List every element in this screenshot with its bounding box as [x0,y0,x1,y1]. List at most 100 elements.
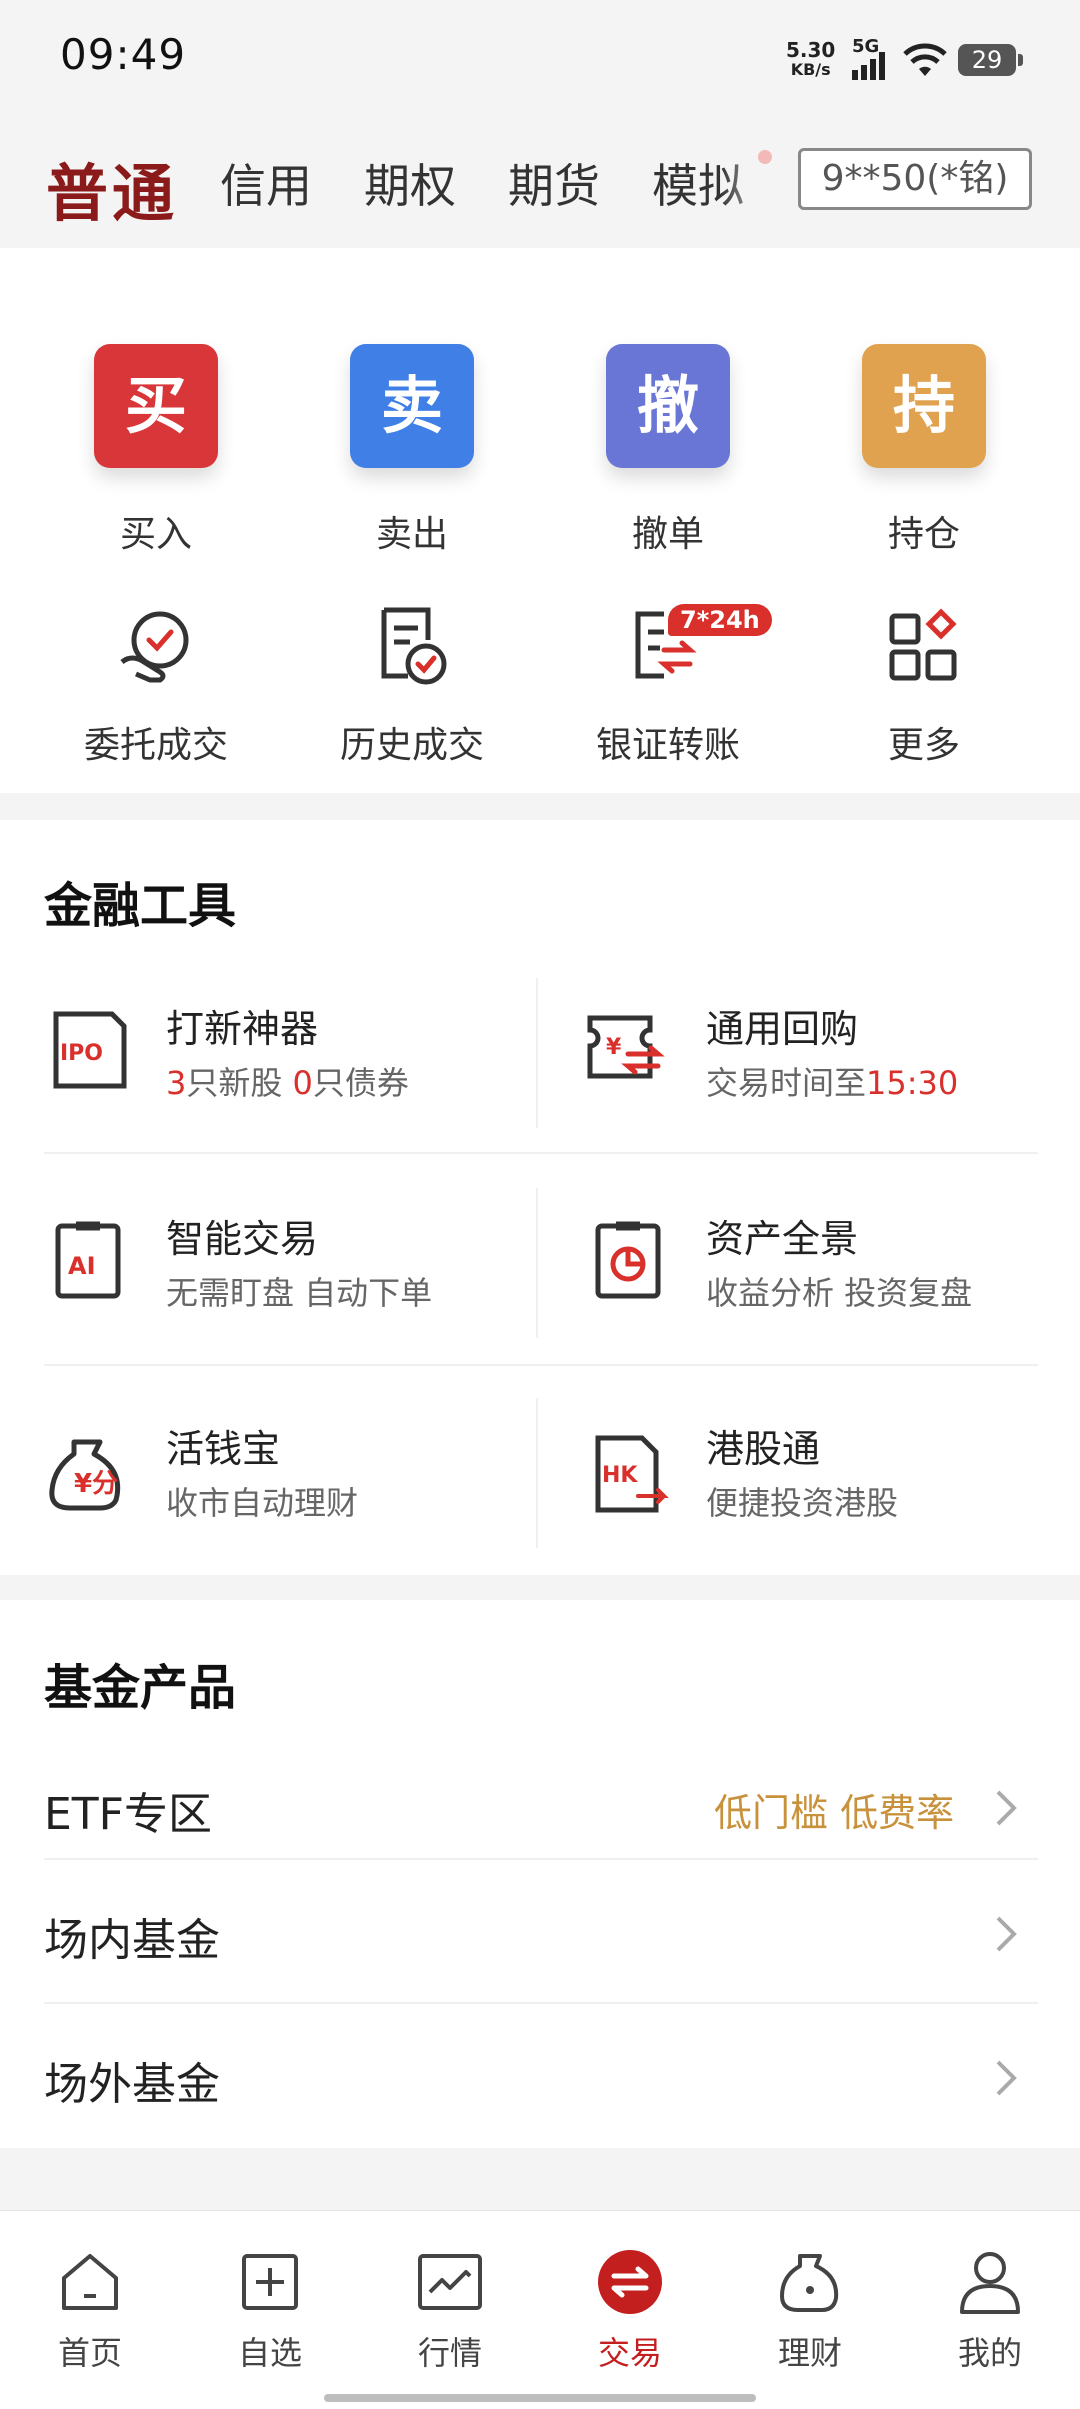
positions-icon: 持 [862,344,986,468]
more-button[interactable] [880,602,970,696]
entrust-deal-label: 委托成交 [83,725,228,766]
smart-trade-tool[interactable]: AI 智能交易 无需盯盘 自动下单 [44,1202,524,1332]
entrust-icon [120,611,189,683]
trade-time-value: 15:30 [866,1064,959,1102]
tool-title: 打新神器 [166,1007,319,1051]
trade-exchange-icon [598,2250,662,2314]
tab-normal[interactable]: 普通 [46,143,178,233]
fund-row-onexchange[interactable]: 场内基金 [0,1886,1080,1982]
trade-time-text: 交易时间至 [706,1064,867,1102]
transfer-badge: 7*24h [668,604,772,636]
cancel-order-button[interactable]: 撤 [606,344,730,468]
fund-row-extra: 低门槛 低费率 [714,1791,955,1835]
fund-row-etf[interactable]: ETF专区 低门槛 低费率 [0,1760,1080,1856]
nav-label: 理财 [777,2334,842,2372]
history-deal-label: 历史成交 [339,725,484,766]
bank-transfer-label: 银证转账 [595,725,740,766]
nav-label: 首页 [57,2334,122,2372]
buy-button[interactable]: 买 [94,344,218,468]
net-speed: 5.30 KB/s [786,40,835,80]
tool-title: 智能交易 [166,1217,319,1261]
sell-icon: 卖 [350,344,474,468]
divider [44,1364,1038,1366]
chevron-right-icon [996,1790,1017,1826]
chevron-right-icon [996,1916,1017,1952]
hk-stock-icon: HK [595,1435,669,1513]
ipo-icon: IPO [53,1011,127,1089]
asset-pie-icon [595,1221,661,1299]
fund-row-offexchange[interactable]: 场外基金 [0,2030,1080,2126]
tool-subtitle: 收市自动理财 [166,1484,359,1522]
tool-title: 通用回购 [706,1007,859,1051]
cancel-order-icon: 撤 [606,344,730,468]
new-stock-text: 只新股 [186,1064,293,1102]
nav-profile[interactable]: 我的 [900,2230,1080,2380]
wifi-icon [903,43,947,76]
positions-button[interactable]: 持 [862,344,986,468]
tool-subtitle: 3只新股 0只债券 [166,1058,409,1104]
svg-text:HK: HK [602,1463,638,1488]
sell-button[interactable]: 卖 [350,344,474,468]
asset-overview-tool[interactable]: 资产全景 收益分析 投资复盘 [580,1202,1060,1332]
svg-text:¥: ¥ [606,1035,622,1060]
positions-label: 持仓 [887,514,960,555]
svg-text:IPO: IPO [60,1041,103,1066]
fund-row-label: 场外基金 [44,2059,220,2110]
cancel-order-label: 撤单 [631,514,704,555]
history-icon [381,607,447,685]
repo-icon: ¥ [587,1015,665,1079]
entrust-deal-button[interactable] [112,602,202,696]
nav-label: 我的 [957,2334,1022,2372]
nav-home[interactable]: 首页 [0,2230,180,2380]
home-indicator[interactable] [324,2394,756,2402]
profile-icon [960,2252,1020,2314]
nav-wealth[interactable]: 理财 [720,2230,900,2380]
net-speed-value: 5.30 [786,38,836,62]
money-bag-icon: ¥分 [49,1439,121,1511]
divider [44,1858,1038,1860]
more-label: 更多 [887,725,960,766]
hk-connect-tool[interactable]: HK 港股通 便捷投资港股 [580,1412,1060,1542]
home-icon [62,2254,118,2310]
notification-dot [758,150,772,164]
wealth-bag-icon [780,2254,839,2312]
tab-credit[interactable]: 信用 [220,150,312,216]
tab-futures[interactable]: 期货 [508,150,600,216]
signal-icon [852,52,885,80]
fund-row-label: ETF专区 [44,1789,212,1840]
nav-watchlist[interactable]: 自选 [180,2230,360,2380]
sell-label: 卖出 [375,514,448,555]
tabs-fade [720,115,800,248]
divider [536,978,538,1128]
status-time: 09:49 [60,30,187,79]
huoqianbao-tool[interactable]: ¥分 活钱宝 收市自动理财 [44,1412,524,1542]
repo-tool[interactable]: ¥ 通用回购 交易时间至15:30 [580,990,1060,1120]
tool-subtitle: 收益分析 投资复盘 [706,1274,973,1312]
market-chart-icon [418,2254,482,2310]
tool-title: 活钱宝 [166,1427,281,1471]
nav-trade[interactable]: 交易 [540,2230,720,2380]
buy-label: 买入 [119,514,192,555]
ai-trade-icon: AI [55,1221,121,1299]
history-deal-button[interactable] [368,602,458,696]
nav-label: 交易 [597,2334,662,2372]
nav-label: 自选 [237,2334,302,2372]
ipo-tool[interactable]: IPO 打新神器 3只新股 0只债券 [44,990,524,1120]
new-stock-count: 3 [166,1064,187,1102]
account-selector[interactable]: 9**50(*铭) [798,148,1032,210]
tab-options[interactable]: 期权 [364,150,456,216]
svg-text:¥分: ¥分 [74,1469,118,1499]
tool-subtitle: 便捷投资港股 [706,1484,899,1522]
divider [536,1398,538,1548]
nav-market[interactable]: 行情 [360,2230,540,2380]
battery-icon: 29 [958,44,1023,76]
net-speed-unit: KB/s [790,60,831,79]
fund-products-title: 基金产品 [44,1660,237,1716]
divider [536,1188,538,1338]
chevron-right-icon [996,2060,1017,2096]
bond-text: 只债券 [312,1064,409,1102]
more-grid-icon [889,608,957,681]
watchlist-add-icon [242,2254,298,2310]
tool-title: 港股通 [706,1427,821,1471]
tool-subtitle: 交易时间至15:30 [706,1058,958,1104]
